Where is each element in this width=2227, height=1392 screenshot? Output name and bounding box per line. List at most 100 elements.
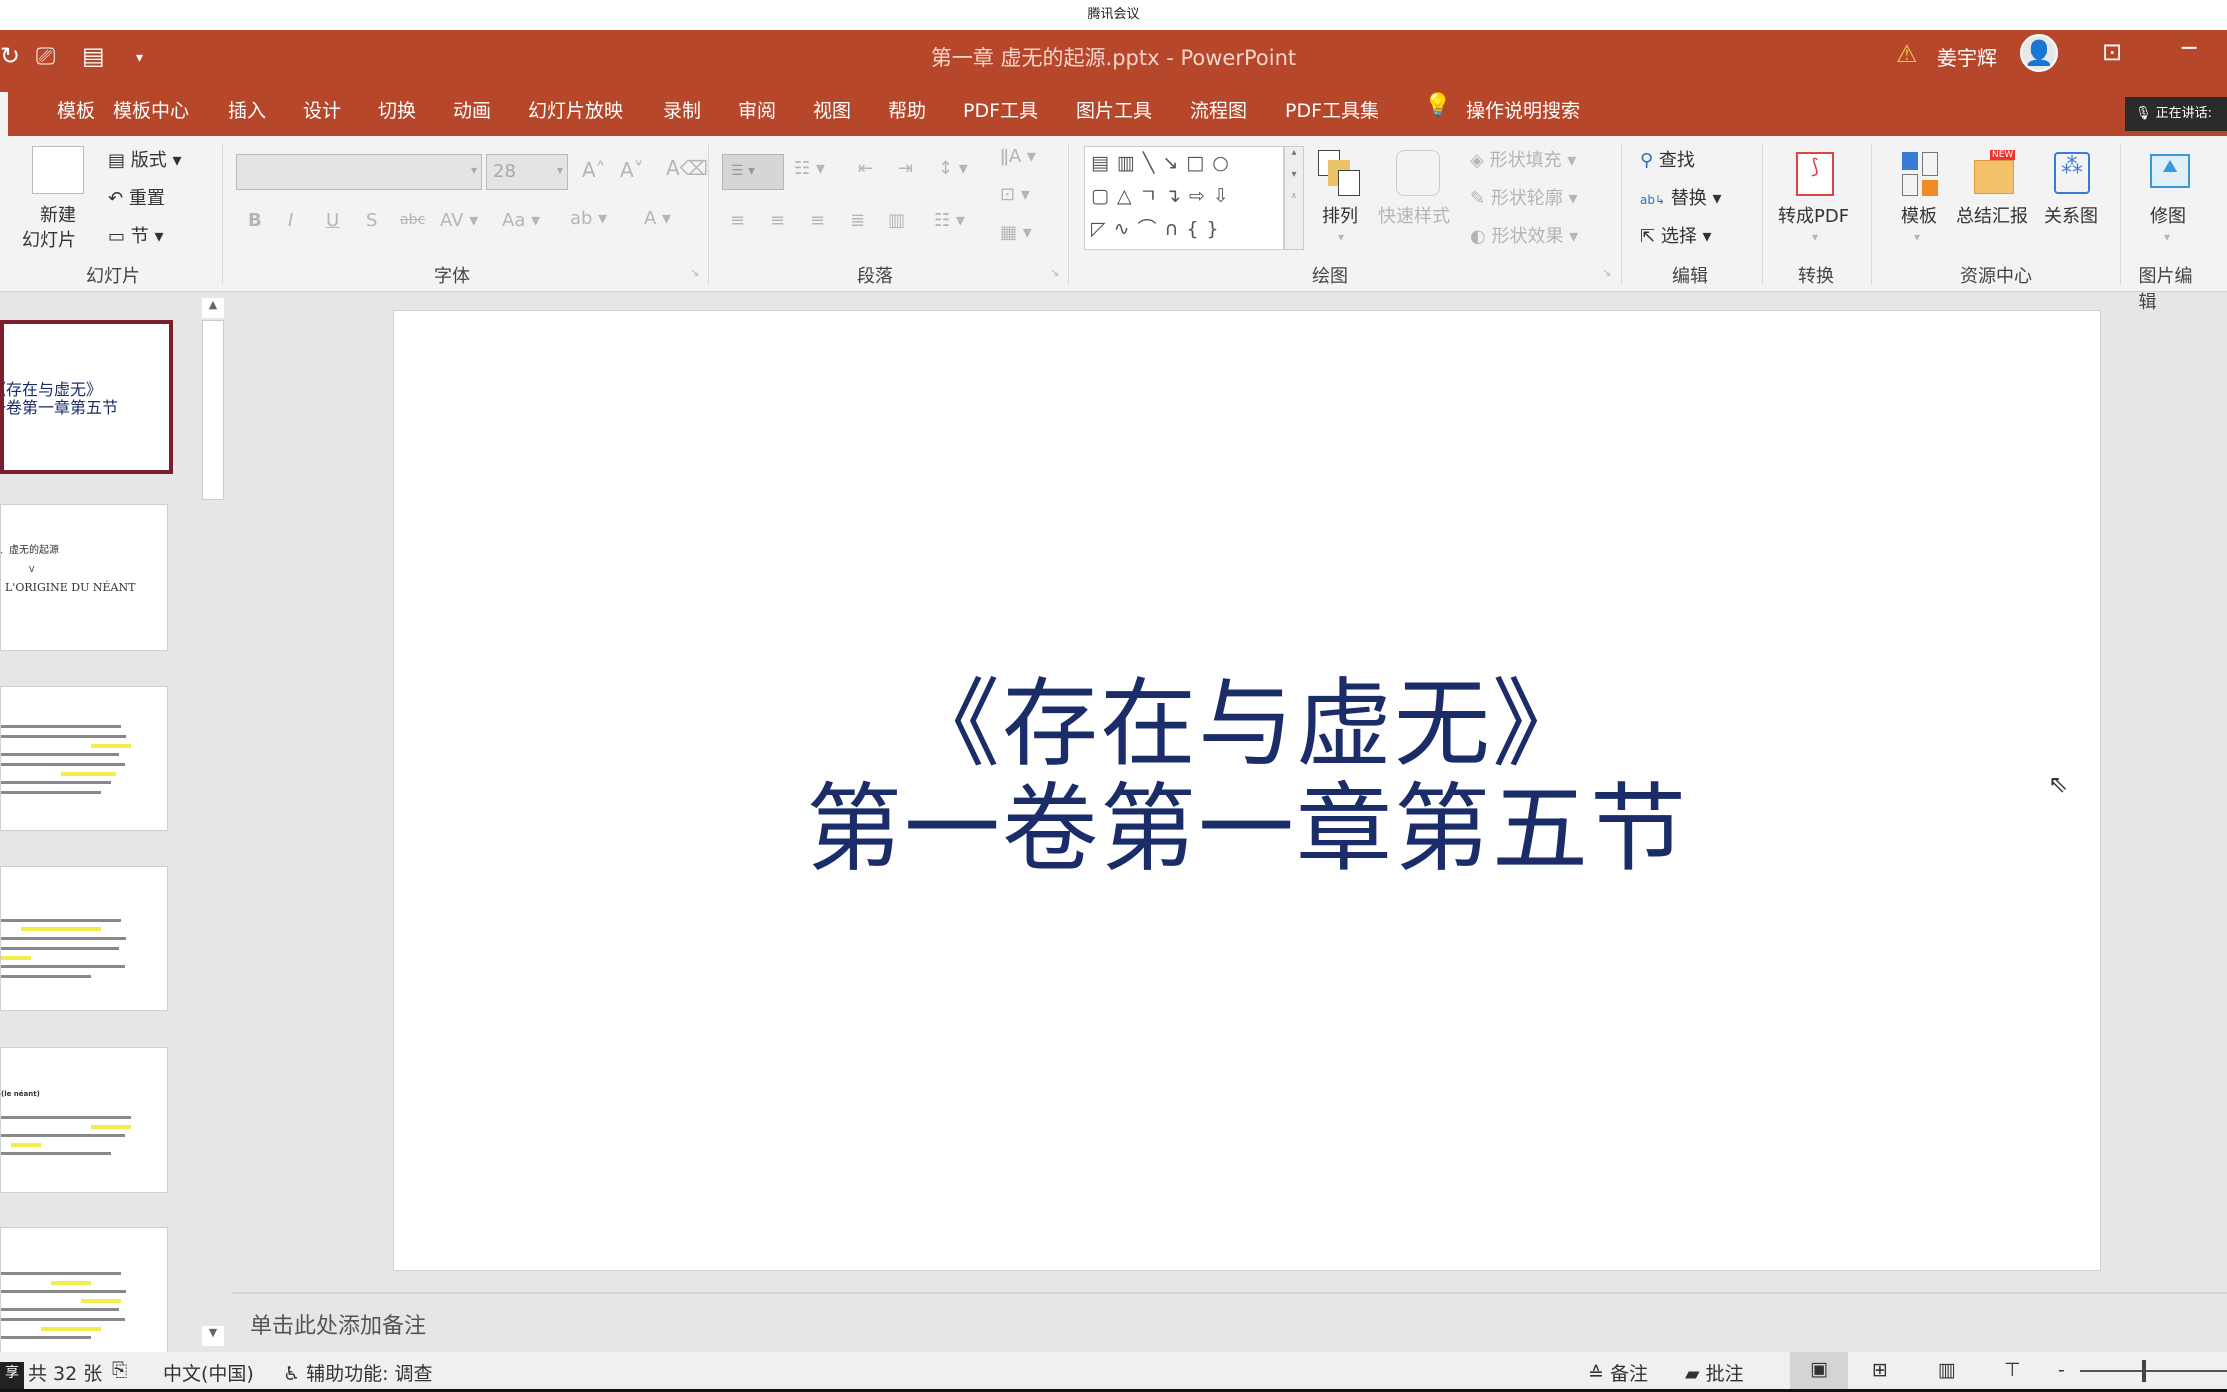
font-name-combo[interactable]: ▾ [236,154,482,190]
accessibility-status[interactable]: ♿ 辅助功能: 调查 [283,1359,433,1386]
new-slide-dropdown[interactable]: 幻灯片 [22,226,76,252]
font-color-icon[interactable]: A ▾ [644,208,671,229]
clear-formatting-icon[interactable]: A⌫ [666,156,708,180]
align-center-icon[interactable]: ≡ [770,210,785,231]
find-button[interactable]: ⚲ 查找 [1640,146,1695,172]
text-direction-icon[interactable]: ǁA ▾ [1000,146,1036,167]
change-case-icon[interactable]: Aa ▾ [502,210,540,231]
increase-font-icon[interactable]: A˄ [582,158,606,182]
notes-toggle[interactable]: ≙ 备注 [1588,1359,1648,1386]
replace-button[interactable]: ab↳ 替换 ▾ [1640,184,1722,210]
retouch-dropdown-icon[interactable]: ▾ [2164,230,2170,244]
slideshow-view-icon[interactable]: ⊤ [2004,1359,2021,1381]
arrange-button[interactable]: 排列 [1322,202,1358,228]
line-spacing-icon[interactable]: ↕ ▾ [938,158,968,179]
tab-template[interactable]: 模板 [57,96,95,123]
new-slide-icon[interactable] [32,146,84,194]
increase-indent-icon[interactable]: ⇥ [898,158,913,179]
template-button[interactable]: 模板 [1901,202,1937,228]
zoom-slider-thumb[interactable] [2142,1360,2146,1382]
tab-view[interactable]: 视图 [813,96,851,123]
numbering-icon[interactable]: ☷ ▾ [794,158,825,179]
comments-toggle[interactable]: ▰ 批注 [1685,1359,1744,1386]
relation-diagram-button[interactable]: 关系图 [2044,202,2098,228]
align-left-icon[interactable]: ≡ [730,210,745,231]
warning-icon[interactable]: ⚠ [1896,40,1918,68]
quick-styles-button[interactable]: 快速样式 [1378,202,1450,228]
slide-thumbnail-2[interactable]: 五、虚无的起源 V L'ORIGINE DU NÉANT [0,504,168,651]
shape-effects-button[interactable]: ◐ 形状效果 ▾ [1470,222,1578,248]
reset-button[interactable]: ↶ 重置 [108,184,165,210]
align-text-icon[interactable]: ⊡ ▾ [1000,184,1030,205]
tell-me-search[interactable]: 操作说明搜索 [1466,96,1580,123]
slide-thumbnail-6[interactable] [0,1227,168,1352]
section-button[interactable]: ▭ 节 ▾ [108,222,164,248]
thumbnail-scrollbar[interactable]: ▲ ▼ [200,298,226,1352]
bullets-icon[interactable]: ☰ ▾ [722,154,784,190]
minimize-icon[interactable]: ─ [2182,34,2196,62]
avatar[interactable]: 👤 [2020,34,2058,72]
slide-thumbnail-1[interactable]: 《存在与虚无》 第一卷第一章第五节 [0,320,173,474]
reading-view-icon[interactable]: ▥ [1938,1359,1956,1381]
shadow-icon[interactable]: S [366,210,377,231]
font-dialog-launcher-icon[interactable]: ↘ [690,266,699,279]
align-right-icon[interactable]: ≡ [810,210,825,231]
slide-thumbnail-4[interactable] [0,866,168,1011]
tab-pdf-toolset[interactable]: PDF工具集 [1285,96,1379,123]
font-size-combo[interactable]: 28 ▾ [486,154,568,190]
select-button[interactable]: ⇱ 选择 ▾ [1640,222,1712,248]
retouch-button[interactable]: 修图 [2150,202,2186,228]
tab-picture-tools[interactable]: 图片工具 [1076,96,1152,123]
shape-fill-button[interactable]: ◈ 形状填充 ▾ [1470,146,1576,172]
zoom-slider[interactable] [2080,1370,2227,1372]
tab-record[interactable]: 录制 [663,96,701,123]
tab-help[interactable]: 帮助 [888,96,926,123]
shape-outline-button[interactable]: ✎ 形状轮廓 ▾ [1470,184,1578,210]
scroll-down-icon[interactable]: ▼ [202,1326,224,1346]
tab-template-center[interactable]: 模板中心 [113,96,189,123]
highlight-icon[interactable]: ab ▾ [570,208,607,229]
scroll-up-icon[interactable]: ▲ [202,298,224,318]
underline-icon[interactable]: U [326,210,339,231]
normal-view-button[interactable]: ▣ [1790,1352,1848,1389]
language-status[interactable]: 中文(中国) [163,1359,254,1386]
slide-title-line2[interactable]: 第一卷第一章第五节 [394,751,2100,890]
slide-canvas[interactable]: 《存在与虚无》 第一卷第一章第五节 [393,310,2101,1271]
tab-slideshow[interactable]: 幻灯片放映 [528,96,623,123]
justify-icon[interactable]: ≣ [850,210,865,231]
drawing-dialog-launcher-icon[interactable]: ↘ [1602,266,1611,279]
columns-icon[interactable]: ☷ ▾ [934,210,965,231]
new-slide-button[interactable]: 新建 [40,201,76,227]
decrease-indent-icon[interactable]: ⇤ [858,158,873,179]
tab-review[interactable]: 审阅 [738,96,776,123]
shapes-gallery[interactable]: ▤▥╲↘□○ ▢△ㄱ↴⇨⇩ ◸∿⌒∩{} [1084,146,1284,250]
italic-icon[interactable]: I [288,210,293,231]
paragraph-dialog-launcher-icon[interactable]: ↘ [1050,266,1059,279]
tab-animations[interactable]: 动画 [453,96,491,123]
arrange-dropdown-icon[interactable]: ▾ [1338,230,1344,244]
tab-flowchart[interactable]: 流程图 [1190,96,1247,123]
convert-dropdown-icon[interactable]: ▾ [1812,230,1818,244]
spellcheck-icon[interactable]: ⎘ [112,1359,127,1381]
tab-pdf-tools[interactable]: PDF工具 [963,96,1038,123]
notes-pane[interactable]: 单击此处添加备注 [232,1292,2227,1350]
smartart-convert-icon[interactable]: ▦ ▾ [1000,222,1032,243]
decrease-font-icon[interactable]: A˅ [620,158,644,182]
tab-transitions[interactable]: 切换 [378,96,416,123]
slide-sorter-icon[interactable]: ⊞ [1872,1359,1888,1381]
distributed-icon[interactable]: ▥ [888,210,905,231]
slide-thumbnail-5[interactable]: (le néant) [0,1047,168,1193]
scrollbar-thumb[interactable] [202,320,224,500]
user-name[interactable]: 姜宇辉 [1937,42,1997,71]
template-dropdown-icon[interactable]: ▾ [1914,230,1920,244]
layout-button[interactable]: ▤ 版式 ▾ [108,146,182,172]
strikethrough-icon[interactable]: abc [400,212,425,228]
bold-icon[interactable]: B [248,210,262,231]
summary-report-button[interactable]: 总结汇报 [1956,202,2028,228]
character-spacing-icon[interactable]: AV ▾ [440,210,478,231]
convert-to-pdf-button[interactable]: 转成PDF [1778,202,1849,228]
tab-insert[interactable]: 插入 [228,96,266,123]
ribbon-display-options-icon[interactable]: ⊡ [2102,38,2122,66]
zoom-out-icon[interactable]: - [2058,1359,2065,1381]
shapes-gallery-scroll[interactable]: ▴ ▾ ⩡ [1284,146,1304,250]
